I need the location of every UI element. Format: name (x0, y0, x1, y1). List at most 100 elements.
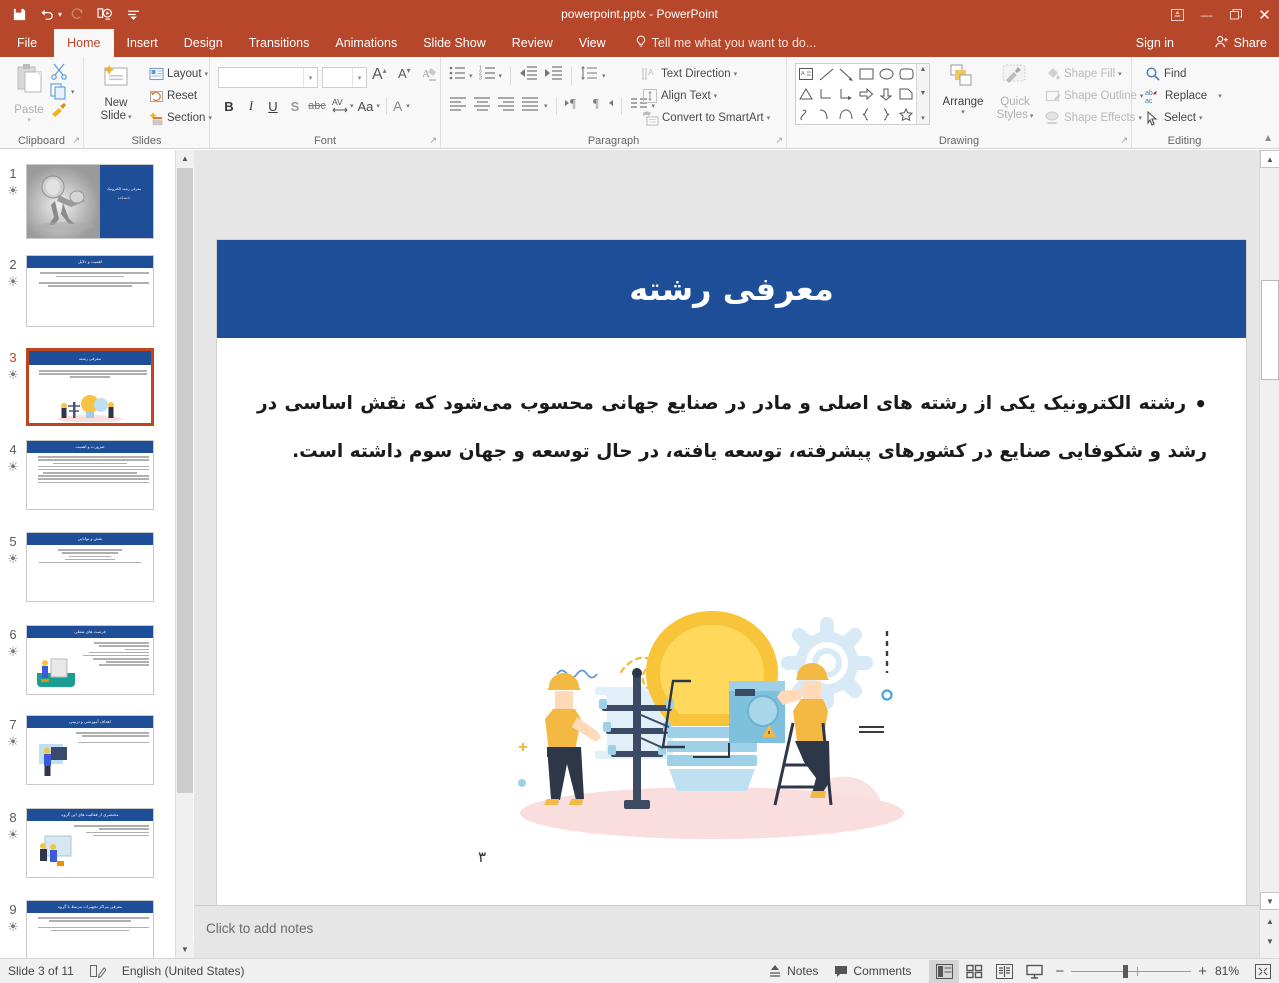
gallery-scroll-up-icon[interactable]: ▲ (920, 66, 927, 73)
shape-right-arrow-icon[interactable] (856, 84, 876, 104)
zoom-handle[interactable] (1123, 964, 1129, 978)
shape-left-brace-icon[interactable] (856, 104, 876, 124)
italic-button[interactable]: I (240, 95, 262, 117)
list-item[interactable]: 2 ☀ اهمیت و دلایل (0, 255, 175, 327)
close-button[interactable]: ✕ (1250, 0, 1279, 29)
section-button[interactable]: Section ▾ (146, 107, 215, 129)
shape-rounded-rect-icon[interactable] (896, 64, 916, 84)
justify-button[interactable] (521, 95, 539, 116)
customize-qat-icon[interactable] (120, 3, 146, 27)
shape-star-icon[interactable] (896, 104, 916, 124)
shape-scribble-icon[interactable] (796, 104, 816, 124)
redo-icon[interactable] (64, 3, 90, 27)
tab-slide-show[interactable]: Slide Show (410, 29, 499, 57)
comments-button[interactable]: Comments (826, 959, 919, 983)
slide-editing-canvas[interactable]: معرفی رشته • رشته الکترونیک یکی از رشته … (194, 150, 1259, 970)
gallery-expand-icon[interactable]: ▾ (921, 114, 925, 122)
undo-dropdown-icon[interactable]: ▾ (58, 10, 62, 19)
tab-home[interactable]: Home (54, 29, 114, 57)
shape-textbox-icon[interactable]: A (796, 64, 816, 84)
character-spacing-button[interactable]: AV ▾ (330, 96, 354, 116)
select-dropdown-icon[interactable]: ▾ (1199, 114, 1203, 122)
shape-oval-icon[interactable] (876, 64, 896, 84)
sign-in-button[interactable]: Sign in (1136, 29, 1174, 57)
language-indicator[interactable]: English (United States) (114, 959, 253, 983)
reset-button[interactable]: Reset (146, 85, 215, 107)
list-item[interactable]: 9 ☀ معرفی مراکز تجهیزات مرتبط با گروه (0, 900, 175, 958)
list-item[interactable]: 3 ☀ معرفی رشته (0, 348, 175, 426)
slide-thumbnail-selected[interactable]: معرفی رشته (26, 348, 154, 426)
strikethrough-button[interactable]: abc (306, 95, 328, 117)
slide-thumbnail[interactable]: نقش و توانایی (26, 532, 154, 602)
tab-review[interactable]: Review (499, 29, 566, 57)
shape-fill-dropdown-icon[interactable]: ▾ (1118, 70, 1122, 78)
cut-button[interactable] (50, 62, 68, 85)
tab-file[interactable]: File (0, 29, 54, 57)
panel-scroll-thumb[interactable] (177, 168, 193, 793)
fit-to-window-icon[interactable] (1247, 959, 1279, 983)
align-text-dropdown-icon[interactable]: ▾ (714, 92, 718, 100)
notes-button[interactable]: Notes (760, 959, 826, 983)
zoom-level[interactable]: 81% (1207, 959, 1247, 983)
collapse-ribbon-icon[interactable]: ▲ (1263, 133, 1273, 144)
tab-view[interactable]: View (566, 29, 619, 57)
increase-indent-button[interactable] (544, 65, 563, 86)
replace-dropdown-icon[interactable]: ▾ (1218, 92, 1222, 100)
tab-design[interactable]: Design (171, 29, 236, 57)
slide-thumbnail-panel[interactable]: 1 ☀ معرفی رشته الکترونیک دانشکده 2 ☀ اهم… (0, 150, 175, 958)
font-color-button[interactable]: A ▾ (393, 98, 410, 114)
shape-arc-icon[interactable] (836, 104, 856, 124)
line-spacing-button[interactable] (580, 65, 598, 86)
convert-to-smartart-button[interactable]: Convert to SmartArt ▾ (639, 107, 773, 129)
replace-button[interactable]: ab ac Replace ▾ (1142, 85, 1225, 107)
slide-thumbnail[interactable]: معرفی رشته الکترونیک دانشکده (26, 164, 154, 239)
shape-right-brace-icon[interactable] (876, 104, 896, 124)
font-dialog-launcher[interactable]: ↗ (429, 135, 437, 146)
decrease-indent-button[interactable] (519, 65, 538, 86)
notes-pane[interactable]: Click to add notes (194, 905, 1259, 958)
proofing-icon[interactable] (82, 959, 114, 983)
rtl-text-direction-button[interactable]: ¶ (593, 95, 613, 116)
paragraph-dialog-launcher[interactable]: ↗ (775, 135, 783, 146)
canvas-scroll-down-icon[interactable]: ▼ (1260, 892, 1279, 910)
shapes-gallery-scrollbar[interactable]: ▲ ▼ ▾ (916, 64, 929, 124)
ltr-text-direction-button[interactable]: ¶ (564, 95, 585, 116)
shape-down-arrow-icon[interactable] (876, 84, 896, 104)
list-item[interactable]: 1 ☀ معرفی رشته الکترونیک دانشکده (0, 164, 175, 239)
grow-font-button[interactable]: A ▴ (372, 66, 387, 84)
layout-button[interactable]: Layout ▾ (146, 63, 215, 85)
next-slide-icon[interactable]: ▼ (1260, 932, 1279, 950)
start-presentation-icon[interactable] (92, 3, 118, 27)
slide-thumbnail[interactable]: اهداف آموزشی و تربیتی (26, 715, 154, 785)
copy-button[interactable]: ▾ (50, 83, 75, 100)
shape-effects-button[interactable]: Shape Effects ▾ (1042, 107, 1146, 129)
previous-slide-icon[interactable]: ▲ (1260, 912, 1279, 930)
list-item[interactable]: 4 ☀ ضرورت و اهمیت (0, 440, 175, 510)
slide-title-placeholder[interactable]: معرفی رشته (217, 240, 1246, 338)
shape-curve-icon[interactable] (816, 104, 836, 124)
shape-elbow-arrow-icon[interactable] (836, 84, 856, 104)
slide-sorter-view-button[interactable] (959, 960, 989, 983)
panel-scroll-down-icon[interactable]: ▼ (176, 941, 194, 958)
align-right-button[interactable] (497, 95, 515, 116)
layout-dropdown-icon[interactable]: ▾ (205, 70, 209, 78)
canvas-scroll-up-icon[interactable]: ▲ (1260, 150, 1279, 168)
slide-thumbnail[interactable]: مختصری از فعالیت های این گروه (26, 808, 154, 878)
numbering-button[interactable]: 123 (479, 65, 497, 86)
font-name-dropdown-icon[interactable]: ▾ (303, 68, 317, 87)
format-painter-button[interactable] (50, 103, 68, 124)
minimize-button[interactable]: — (1192, 0, 1221, 29)
shape-fill-button[interactable]: Shape Fill ▾ (1042, 63, 1146, 85)
shape-arrow-icon[interactable] (836, 64, 856, 84)
shapes-gallery[interactable]: A ▲ ▼ ▾ (795, 63, 930, 125)
line-spacing-dropdown-icon[interactable]: ▾ (602, 72, 606, 80)
align-dropdown-icon[interactable]: ▾ (544, 102, 548, 110)
text-direction-button[interactable]: A Text Direction ▾ (639, 63, 773, 85)
canvas-scroll-thumb[interactable] (1261, 280, 1279, 380)
align-text-button[interactable]: Align Text ▾ (639, 85, 773, 107)
character-spacing-dropdown-icon[interactable]: ▾ (350, 102, 354, 110)
tab-animations[interactable]: Animations (322, 29, 410, 57)
quick-styles-button[interactable]: Quick Styles ▾ (991, 63, 1039, 123)
slide-indicator[interactable]: Slide 3 of 11 (0, 959, 82, 983)
find-button[interactable]: Find (1142, 63, 1225, 85)
